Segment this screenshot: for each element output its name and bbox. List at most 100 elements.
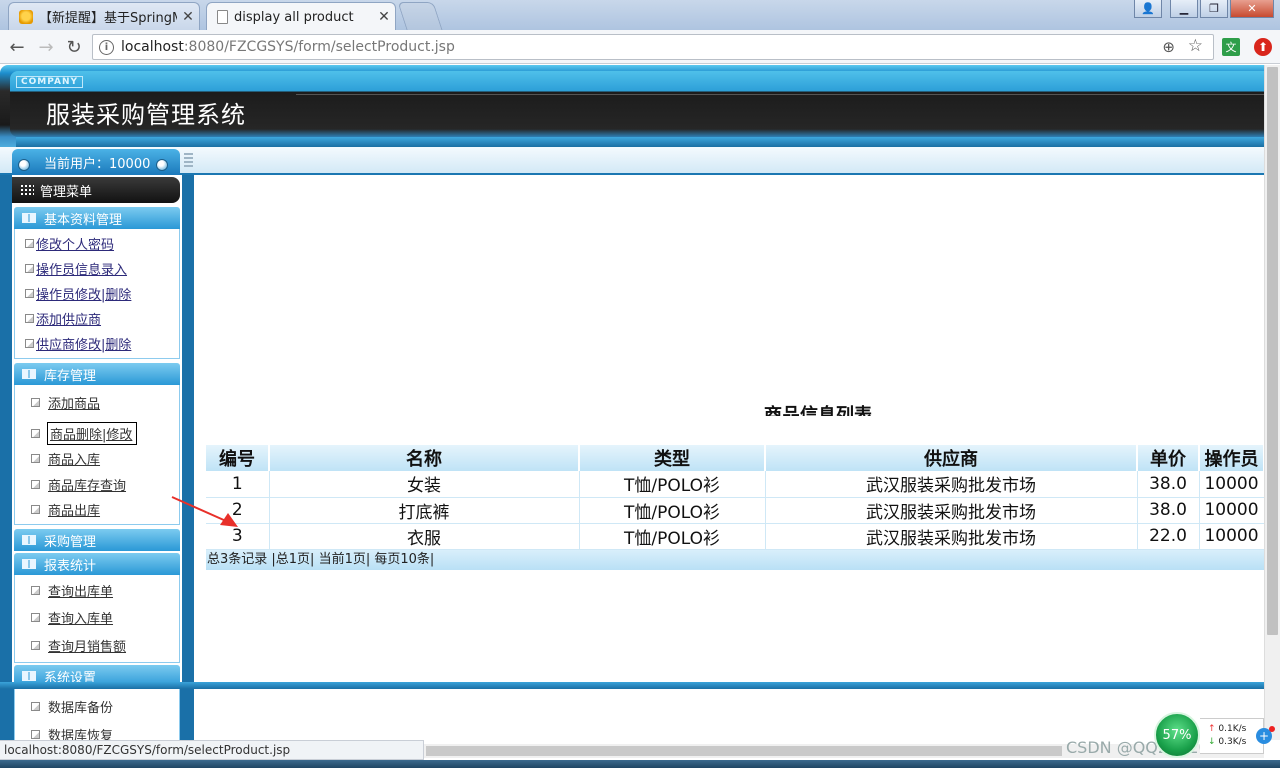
minimize-icon[interactable]: ▁ — [1170, 0, 1198, 18]
tab-close-icon[interactable]: ✕ — [177, 9, 199, 25]
menu-link[interactable]: 添加供应商 — [36, 309, 101, 328]
column-header-type: 类型 — [579, 445, 766, 471]
table-header-row: 编号 名称 类型 供应商 单价 操作员 — [206, 445, 1264, 471]
new-tab-button[interactable] — [397, 2, 443, 30]
page-icon — [25, 239, 34, 248]
menu-link[interactable]: 数据库恢复 — [48, 725, 113, 740]
menu-link[interactable]: 操作员修改|删除 — [36, 284, 131, 303]
menu-link[interactable]: 供应商修改|删除 — [36, 334, 131, 353]
page-icon — [31, 730, 40, 739]
company-logo: COMPANY — [16, 76, 83, 88]
page-icon — [31, 505, 40, 514]
maximize-icon[interactable]: ❐ — [1200, 0, 1228, 18]
sidebar-overflow: 数据库备份 数据库恢复 — [14, 689, 180, 740]
tab-close-icon[interactable]: ✕ — [373, 9, 395, 25]
zoom-icon[interactable]: ⊕ — [1162, 38, 1175, 56]
grip-handle-icon[interactable] — [184, 153, 193, 167]
cell-type: T恤/POLO衫 — [579, 523, 766, 550]
status-url: localhost:8080/FZCGSYS/form/selectProduc… — [0, 740, 424, 760]
menu-link[interactable]: 查询出库单 — [48, 581, 113, 600]
net-speed-ball[interactable]: 57% — [1154, 712, 1200, 758]
menu-item-monthly-sales[interactable]: 查询月销售额 — [31, 636, 126, 655]
page-icon — [25, 289, 34, 298]
download-speed: 0.3K/s — [1218, 737, 1247, 747]
section-reports[interactable]: 报表统计 — [14, 553, 180, 575]
scrollbar-thumb[interactable] — [1267, 67, 1278, 635]
upload-extension-icon[interactable]: ⬆ — [1254, 38, 1272, 56]
page-icon — [31, 480, 40, 489]
menu-link[interactable]: 数据库备份 — [48, 697, 113, 716]
menu-item-stock-out[interactable]: 商品出库 — [31, 500, 100, 519]
address-bar[interactable]: i localhost:8080/FZCGSYS/form/selectProd… — [92, 34, 1214, 60]
cell-supplier: 武汉服装采购批发市场 — [765, 523, 1138, 550]
column-header-id: 编号 — [206, 445, 270, 471]
menu-item-stock-in[interactable]: 商品入库 — [31, 449, 100, 468]
os-taskbar — [0, 760, 1280, 768]
page-icon — [31, 613, 40, 622]
info-icon[interactable]: i — [99, 39, 114, 55]
menu-link[interactable]: 添加商品 — [48, 393, 100, 412]
product-table: 编号 名称 类型 供应商 单价 操作员 1 女装 T恤/POLO衫 武汉服装采购… — [206, 445, 1264, 550]
menu-item-product-edit[interactable]: 商品删除|修改 — [31, 422, 138, 445]
forward-arrow-icon[interactable]: → — [36, 37, 56, 58]
menu-link[interactable]: 查询入库单 — [48, 608, 113, 627]
reload-icon[interactable]: ↻ — [64, 37, 84, 58]
cell-supplier: 武汉服装采购批发市场 — [765, 497, 1138, 524]
section-inventory[interactable]: 库存管理 — [14, 363, 180, 385]
menu-item-add-product[interactable]: 添加商品 — [31, 393, 100, 412]
window-controls: 👤 ▁ ❐ ✕ — [1134, 0, 1280, 18]
section-label: 报表统计 — [44, 558, 97, 574]
menu-item-db-backup[interactable]: 数据库备份 — [31, 697, 113, 716]
page-viewport: COMPANY 服装采购管理系统 当前用户：10000 管理菜单 基本资料管理 — [0, 65, 1264, 740]
page-favicon-icon — [217, 10, 228, 24]
bookmark-star-icon[interactable]: ☆ — [1188, 36, 1203, 56]
section-purchase[interactable]: 采购管理 — [14, 529, 180, 551]
sidebar: 管理菜单 基本资料管理 修改个人密码 操作员信息录入 操作员修改|删除 添加供应… — [0, 175, 194, 740]
menu-item-query-outbound[interactable]: 查询出库单 — [31, 581, 113, 600]
menu-item-supplier-edit[interactable]: 供应商修改|删除 — [25, 334, 131, 353]
section-inventory-body: 添加商品 商品删除|修改 商品入库 商品库存查询 商品出库 — [14, 385, 180, 525]
screen: 【新提醒】基于SpringM ✕ display all product ✕ 👤… — [0, 0, 1280, 768]
menu-item-operator-entry[interactable]: 操作员信息录入 — [25, 259, 127, 278]
menu-link[interactable]: 商品库存查询 — [48, 475, 126, 494]
menu-link[interactable]: 修改个人密码 — [36, 234, 114, 253]
menu-link[interactable]: 查询月销售额 — [48, 636, 126, 655]
menu-link[interactable]: 操作员信息录入 — [36, 259, 127, 278]
scrollbar-thumb[interactable] — [426, 746, 1062, 756]
menu-item-stock-query[interactable]: 商品库存查询 — [31, 475, 126, 494]
section-label: 采购管理 — [44, 534, 97, 550]
frame-bottom-bar — [0, 682, 1264, 689]
browser-tab-1[interactable]: 【新提醒】基于SpringM ✕ — [8, 2, 200, 30]
back-arrow-icon[interactable]: ← — [7, 37, 27, 58]
url-path: :8080/FZCGSYS/form/selectProduct.jsp — [183, 39, 455, 55]
menu-link-selected[interactable]: 商品删除|修改 — [47, 422, 138, 445]
browser-tab-strip: 【新提醒】基于SpringM ✕ display all product ✕ 👤… — [0, 0, 1280, 31]
menu-item-operator-edit[interactable]: 操作员修改|删除 — [25, 284, 131, 303]
book-icon — [22, 535, 36, 545]
page-icon — [31, 398, 40, 407]
table-row: 2 打底裤 T恤/POLO衫 武汉服装采购批发市场 38.0 10000 — [206, 497, 1264, 524]
menu-item-query-inbound[interactable]: 查询入库单 — [31, 608, 113, 627]
menu-link[interactable]: 商品入库 — [48, 449, 100, 468]
cell-operator: 10000 — [1199, 497, 1264, 524]
menu-link[interactable]: 商品出库 — [48, 500, 100, 519]
section-label: 库存管理 — [44, 368, 97, 384]
cell-operator: 10000 — [1199, 471, 1264, 498]
window-close-icon[interactable]: ✕ — [1230, 0, 1274, 18]
translate-extension-icon[interactable]: 文 — [1222, 38, 1240, 56]
vertical-scrollbar[interactable] — [1264, 65, 1280, 740]
menu-item-change-password[interactable]: 修改个人密码 — [25, 234, 114, 253]
banner-divider — [296, 94, 1264, 95]
cell-name: 衣服 — [269, 523, 580, 550]
column-header-name: 名称 — [269, 445, 580, 471]
menu-title-label: 管理菜单 — [40, 184, 93, 200]
cell-name: 打底裤 — [269, 497, 580, 524]
section-basic-info[interactable]: 基本资料管理 — [14, 207, 180, 229]
user-profile-icon[interactable]: 👤 — [1134, 0, 1162, 18]
current-user-label: 当前用户：10000 — [44, 156, 151, 172]
pin-icon — [156, 159, 168, 171]
browser-tab-2-active[interactable]: display all product ✕ — [206, 2, 396, 31]
menu-item-db-restore[interactable]: 数据库恢复 — [31, 725, 113, 740]
menu-item-add-supplier[interactable]: 添加供应商 — [25, 309, 101, 328]
menu-title: 管理菜单 — [12, 177, 180, 203]
